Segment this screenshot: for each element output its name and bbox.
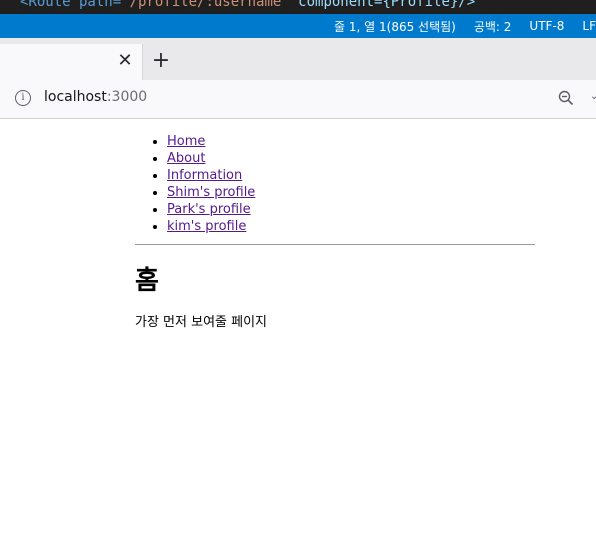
list-item: Home: [167, 133, 535, 150]
status-eol[interactable]: LF: [582, 19, 596, 33]
status-cursor-position[interactable]: 줄 1, 열 1(865 선택됨): [334, 18, 456, 35]
browser-tab-bar: ✕ +: [0, 38, 596, 80]
nav-link-shim-profile[interactable]: Shim's profile: [167, 185, 255, 200]
page-title: 홈: [135, 266, 159, 296]
status-encoding[interactable]: UTF-8: [529, 19, 564, 33]
browser-tab[interactable]: ✕: [0, 44, 143, 80]
code-line: <Route path="/profile/:username" compone…: [20, 0, 476, 10]
app-container: Home About Information Shim's profile Pa…: [135, 133, 535, 330]
address-bar[interactable]: localhost:3000: [44, 89, 147, 105]
list-item: Information: [167, 167, 535, 184]
page-content: Home About Information Shim's profile Pa…: [0, 119, 596, 538]
zoom-out-icon[interactable]: [558, 90, 574, 106]
list-item: Shim's profile: [167, 184, 535, 201]
url-host: localhost: [44, 89, 107, 105]
nav-link-information[interactable]: Information: [167, 168, 242, 183]
list-item: kim's profile: [167, 218, 535, 235]
info-icon[interactable]: i: [15, 90, 31, 106]
divider: [135, 244, 535, 245]
nav-link-about[interactable]: About: [167, 151, 205, 166]
editor-code-strip: <Route path="/profile/:username" compone…: [0, 0, 596, 14]
page-description: 가장 먼저 보여줄 페이지: [135, 315, 267, 330]
nav-link-kim-profile[interactable]: kim's profile: [167, 219, 246, 234]
url-port: :3000: [106, 89, 148, 105]
nav-link-park-profile[interactable]: Park's profile: [167, 202, 251, 217]
list-item: Park's profile: [167, 201, 535, 218]
nav-link-home[interactable]: Home: [167, 134, 205, 149]
list-item: About: [167, 150, 535, 167]
plus-icon[interactable]: +: [150, 46, 172, 76]
browser-navigation-bar: i localhost:3000 ⌄: [0, 80, 596, 119]
close-icon[interactable]: ✕: [116, 51, 134, 71]
editor-statusbar: 줄 1, 열 1(865 선택됨) 공백: 2 UTF-8 LF: [0, 14, 596, 38]
status-indentation[interactable]: 공백: 2: [474, 18, 512, 35]
nav-link-list: Home About Information Shim's profile Pa…: [135, 133, 535, 235]
chevron-down-icon[interactable]: ⌄: [590, 91, 596, 102]
